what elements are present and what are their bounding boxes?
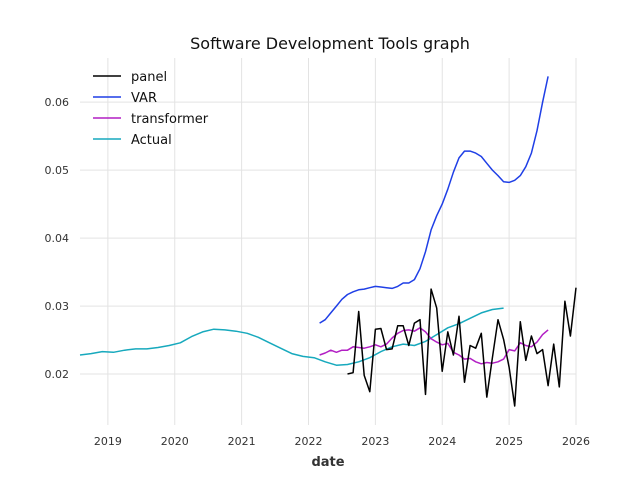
legend-label-panel: panel [131, 70, 167, 85]
y-tick-label: 0.02 [45, 368, 70, 381]
y-tick-label: 0.03 [45, 300, 70, 313]
x-tick-label: 2019 [94, 435, 122, 448]
x-tick-label: 2020 [161, 435, 189, 448]
x-tick-label: 2024 [428, 435, 456, 448]
y-tick-label: 0.06 [45, 96, 70, 109]
y-tick-label: 0.04 [45, 232, 70, 245]
legend-label-Actual: Actual [131, 133, 172, 148]
legend-label-transformer: transformer [131, 112, 209, 127]
line-chart: Software Development Tools graph 2019 202… [0, 0, 640, 480]
x-tick-label: 2023 [361, 435, 389, 448]
x-tick-label: 2022 [294, 435, 322, 448]
x-tick-label: 2026 [562, 435, 590, 448]
legend-label-VAR: VAR [131, 91, 157, 106]
chart-title: Software Development Tools graph [190, 34, 470, 53]
y-tick-label: 0.05 [45, 164, 70, 177]
x-axis-label: date [311, 455, 344, 470]
x-tick-label: 2025 [495, 435, 523, 448]
x-tick-label: 2021 [228, 435, 256, 448]
chart-background [0, 0, 640, 480]
